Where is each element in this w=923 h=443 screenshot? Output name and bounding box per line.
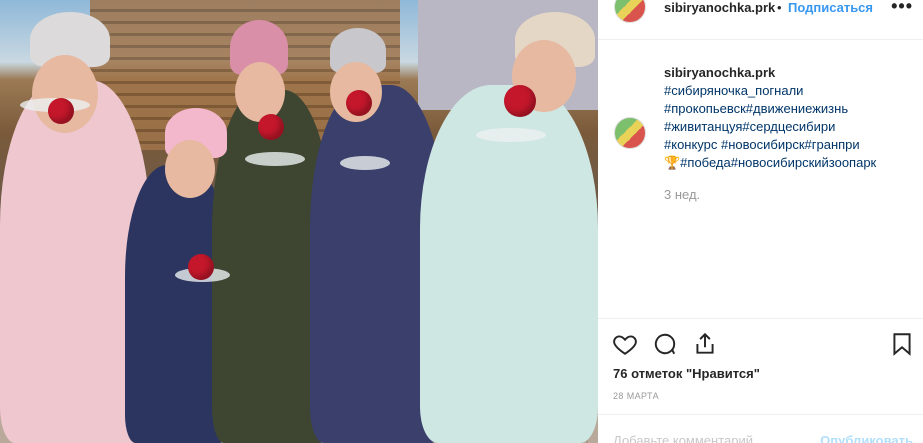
post-date[interactable]: 28 марта	[613, 391, 659, 401]
candy-apple	[258, 114, 284, 140]
hashtag-list: #сибиряночка_погнали #прокопьевск#движен…	[664, 82, 914, 172]
bookmark-icon[interactable]	[889, 331, 915, 357]
more-options-icon[interactable]: •••	[891, 0, 913, 17]
post-header: sibiryanochka.prk • Подписаться •••	[598, 0, 923, 40]
separator-dot: •	[777, 0, 782, 15]
caption-username[interactable]: sibiryanochka.prk	[664, 64, 914, 82]
plate	[340, 156, 390, 170]
candy-apple	[504, 85, 536, 117]
candy-apple	[48, 98, 74, 124]
comment-box: Опубликовать	[598, 414, 923, 443]
hashtag-line[interactable]: 🏆#победа#новосибирскийзоопарк	[664, 154, 914, 172]
time-ago[interactable]: 3 нед.	[664, 187, 700, 202]
hashtag-line[interactable]: #конкурс #новосибирск#гранпри	[664, 136, 914, 154]
likes-count[interactable]: 76 отметок "Нравится"	[613, 366, 760, 381]
plate	[245, 152, 305, 166]
follow-button[interactable]: Подписаться	[788, 0, 873, 15]
publish-button[interactable]: Опубликовать	[820, 433, 913, 443]
header-username[interactable]: sibiryanochka.prk	[664, 0, 775, 15]
candy-apple	[188, 254, 214, 280]
action-bar	[598, 318, 923, 368]
post-caption: sibiryanochka.prk #сибиряночка_погнали #…	[664, 64, 914, 172]
face	[165, 140, 215, 198]
share-icon[interactable]	[692, 331, 718, 357]
caption-avatar[interactable]	[614, 117, 646, 149]
comment-icon[interactable]	[652, 331, 678, 357]
comment-input[interactable]	[613, 433, 813, 443]
candy-apple	[346, 90, 372, 116]
avatar[interactable]	[614, 0, 646, 23]
post-photo	[0, 0, 598, 443]
hashtag-line[interactable]: #прокопьевск#движениежизнь	[664, 100, 914, 118]
plate	[476, 128, 546, 142]
hashtag-line[interactable]: #сибиряночка_погнали	[664, 82, 914, 100]
heart-icon[interactable]	[612, 331, 638, 357]
post-sidebar: sibiryanochka.prk • Подписаться ••• sibi…	[598, 0, 923, 443]
hashtag-line[interactable]: #живитанцуя#сердцесибири	[664, 118, 914, 136]
face	[235, 62, 285, 122]
